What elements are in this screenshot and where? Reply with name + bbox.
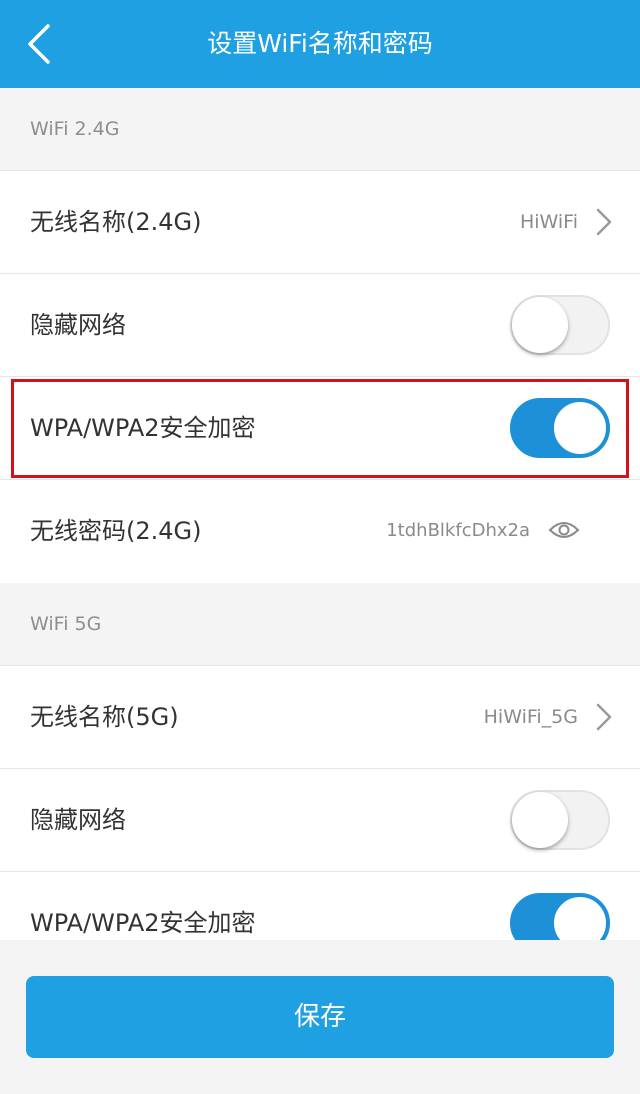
section-header-2g: WiFi 2.4G bbox=[0, 88, 640, 170]
hide-network-toggle[interactable] bbox=[510, 295, 610, 355]
wifi-name-row-2g[interactable]: 无线名称(2.4G) HiWiFi bbox=[0, 170, 640, 273]
wifi-password-label: 无线密码(2.4G) bbox=[30, 517, 202, 545]
page-title: 设置WiFi名称和密码 bbox=[207, 29, 433, 58]
hide-network-toggle[interactable] bbox=[510, 790, 610, 850]
wifi-name-value: HiWiFi_5G bbox=[483, 706, 578, 728]
wifi-password-value[interactable]: 1tdhBlkfcDhx2a bbox=[386, 480, 530, 582]
toggle-knob bbox=[512, 792, 568, 848]
footer-bar: 保存 bbox=[0, 940, 640, 1094]
hide-network-row-5g: 隐藏网络 bbox=[0, 768, 640, 871]
eye-icon[interactable] bbox=[548, 520, 580, 540]
section-title: WiFi 5G bbox=[30, 613, 102, 635]
wpa-encryption-toggle[interactable] bbox=[510, 398, 610, 458]
toggle-knob bbox=[552, 400, 608, 456]
hide-network-label: 隐藏网络 bbox=[30, 311, 126, 339]
wpa-encryption-label: WPA/WPA2安全加密 bbox=[30, 414, 256, 442]
wifi-name-label: 无线名称(5G) bbox=[30, 703, 179, 731]
save-button[interactable]: 保存 bbox=[26, 976, 614, 1058]
hide-network-label: 隐藏网络 bbox=[30, 806, 126, 834]
toggle-knob bbox=[512, 297, 568, 353]
chevron-right-icon bbox=[596, 208, 612, 236]
chevron-right-icon bbox=[596, 703, 612, 731]
wpa-encryption-row-2g: WPA/WPA2安全加密 bbox=[0, 376, 640, 479]
hide-network-row-2g: 隐藏网络 bbox=[0, 273, 640, 376]
section-title: WiFi 2.4G bbox=[30, 118, 120, 140]
top-bar: 设置WiFi名称和密码 bbox=[0, 0, 640, 88]
wifi-name-row-5g[interactable]: 无线名称(5G) HiWiFi_5G bbox=[0, 665, 640, 768]
wifi-name-value: HiWiFi bbox=[519, 211, 578, 233]
section-header-5g: WiFi 5G bbox=[0, 583, 640, 665]
wifi-password-row-2g: 无线密码(2.4G) 1tdhBlkfcDhx2a bbox=[0, 479, 640, 583]
wifi-name-label: 无线名称(2.4G) bbox=[30, 208, 202, 236]
